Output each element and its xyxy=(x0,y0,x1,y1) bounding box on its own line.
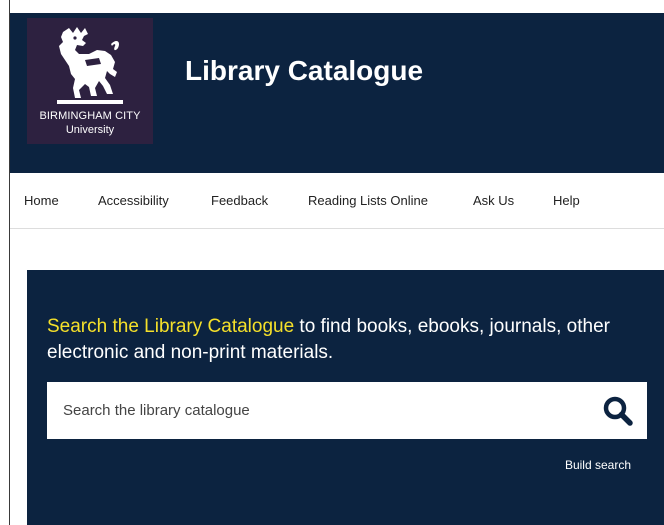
logo-text-line2: University xyxy=(65,124,115,136)
lion-crest-icon xyxy=(57,27,123,104)
page-title: Library Catalogue xyxy=(185,55,424,86)
search-panel: Search the Library Catalogue to find boo… xyxy=(27,270,664,525)
build-search-link[interactable]: Build search xyxy=(565,458,631,472)
nav-item-accessibility[interactable]: Accessibility xyxy=(98,193,169,208)
university-logo[interactable]: BIRMINGHAM CITY University xyxy=(27,18,153,144)
nav-item-ask-us[interactable]: Ask Us xyxy=(473,193,514,208)
search-intro: Search the Library Catalogue to find boo… xyxy=(47,314,657,366)
nav-item-home[interactable]: Home xyxy=(24,193,59,208)
page: BIRMINGHAM CITY University Library Catal… xyxy=(0,0,664,525)
logo-text-line1: BIRMINGHAM CITY xyxy=(39,110,141,122)
search-box xyxy=(47,382,647,439)
search-input[interactable] xyxy=(47,382,587,439)
search-button[interactable] xyxy=(601,394,635,428)
search-intro-highlight: Search the Library Catalogue xyxy=(47,316,295,337)
site-header: BIRMINGHAM CITY University Library Catal… xyxy=(10,13,664,173)
nav-item-help[interactable]: Help xyxy=(553,193,580,208)
nav-item-reading-lists[interactable]: Reading Lists Online xyxy=(308,193,428,208)
nav-item-feedback[interactable]: Feedback xyxy=(211,193,268,208)
search-icon xyxy=(603,396,633,426)
main-navigation: Home Accessibility Feedback Reading List… xyxy=(10,173,664,229)
